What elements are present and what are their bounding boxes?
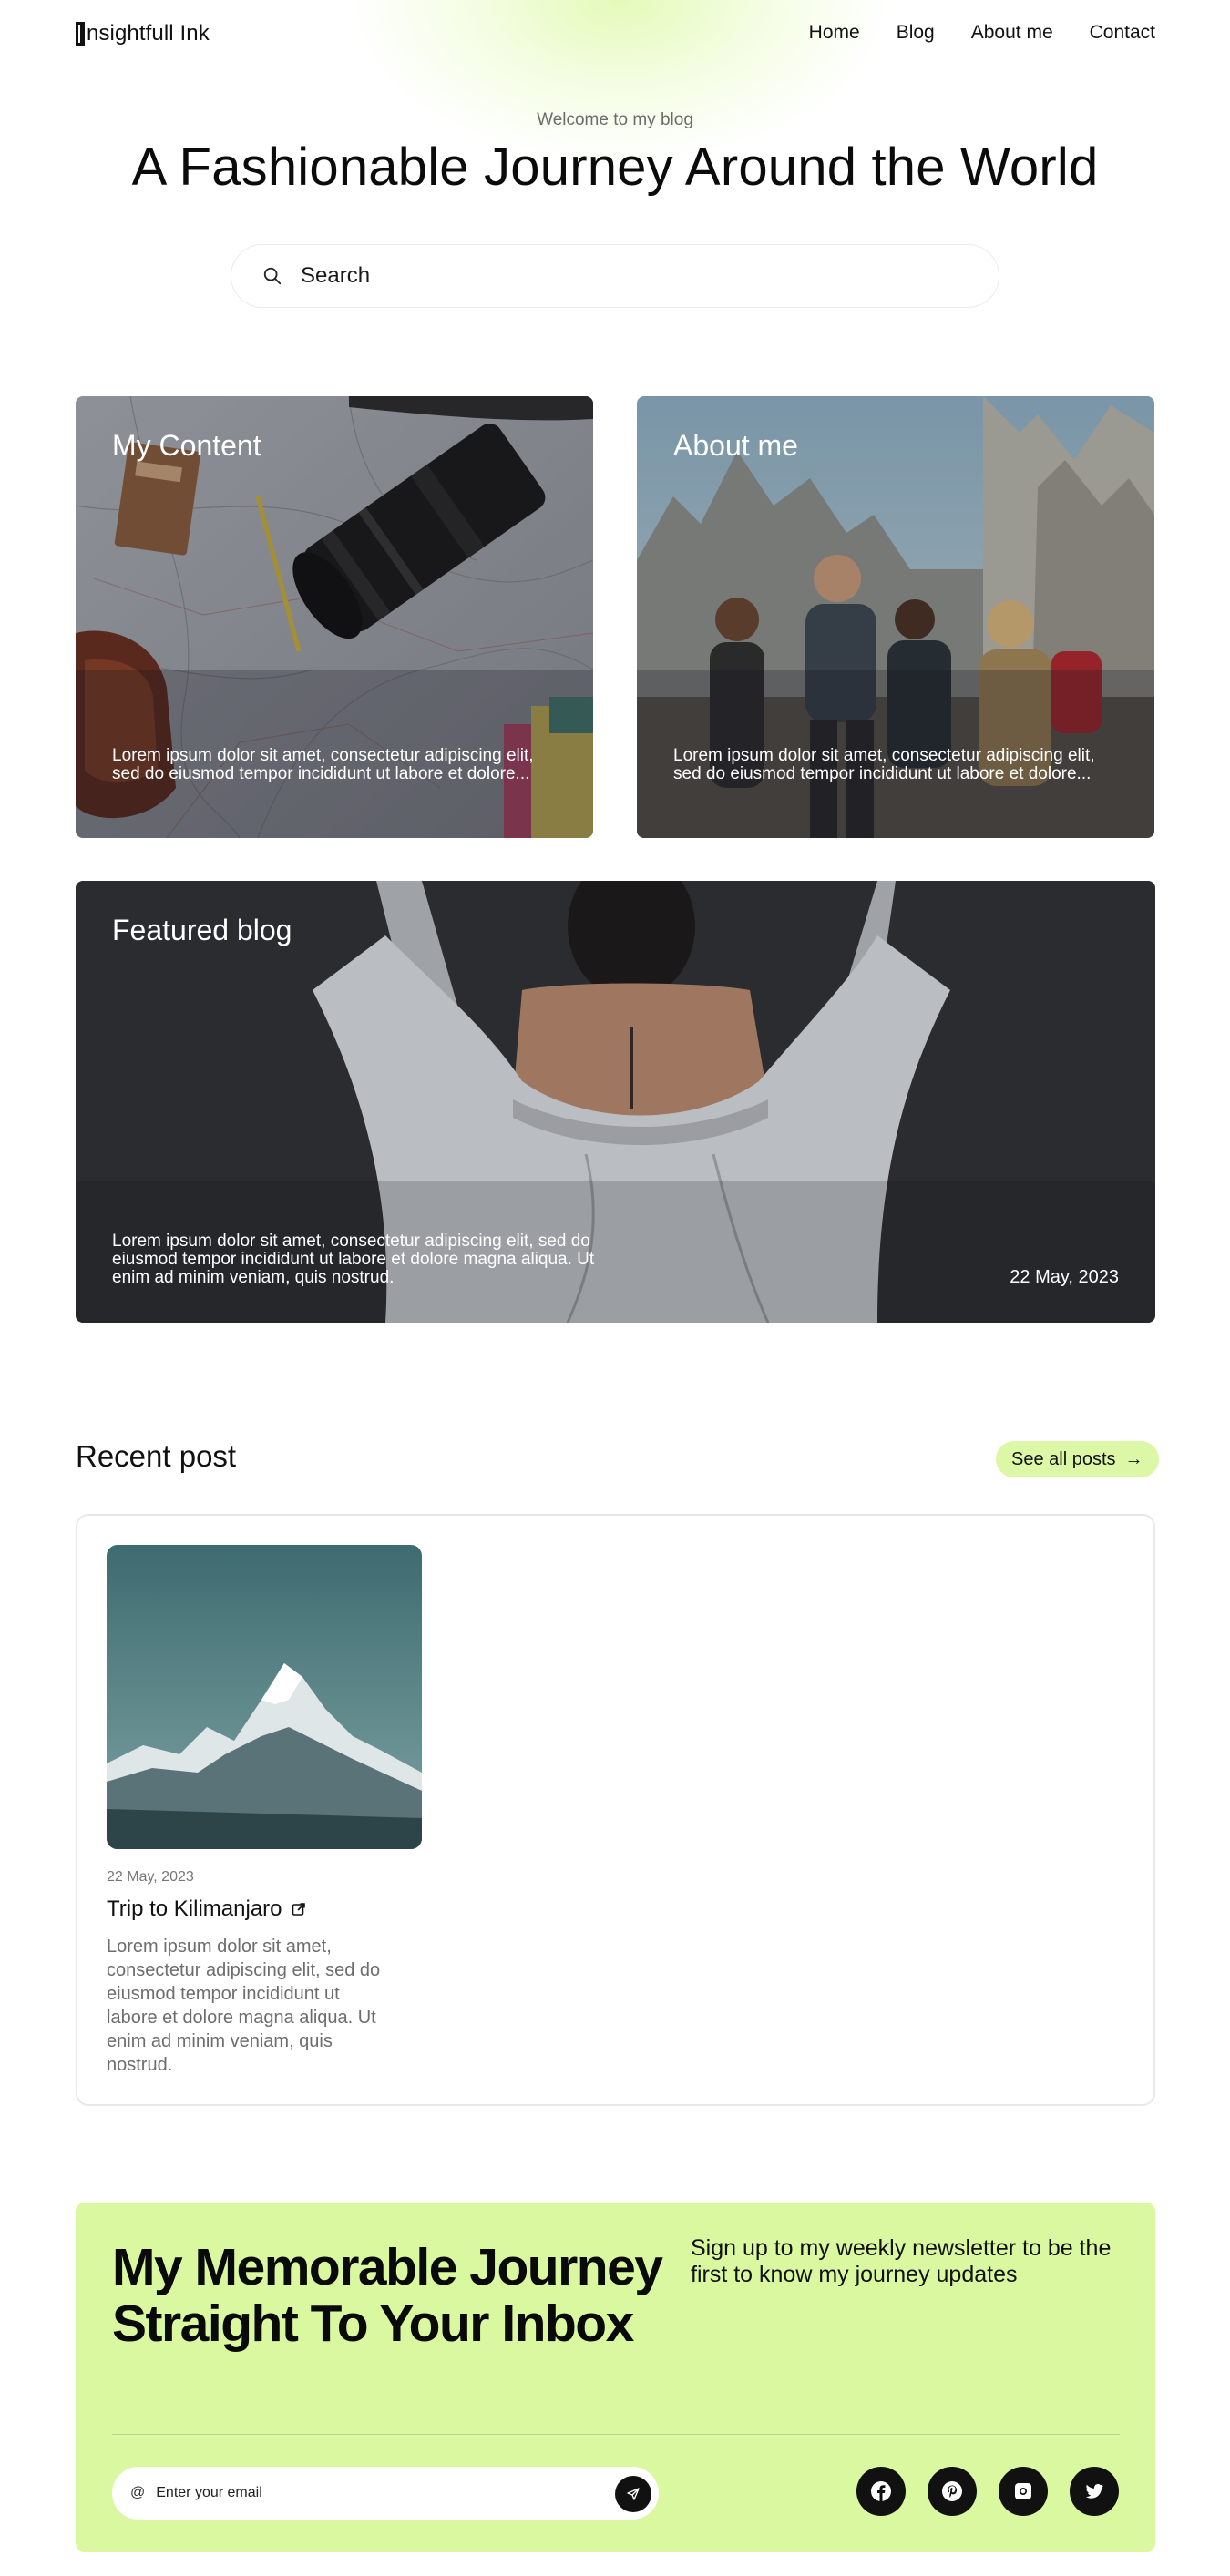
search-icon xyxy=(263,267,282,285)
social-links xyxy=(856,2467,1119,2516)
instagram-button[interactable] xyxy=(999,2467,1048,2516)
nav-contact[interactable]: Contact xyxy=(1090,22,1155,44)
nav-home[interactable]: Home xyxy=(809,22,860,44)
facebook-icon xyxy=(871,2481,891,2501)
card-description: Lorem ipsum dolor sit amet, consectetur … xyxy=(112,746,534,783)
newsletter-section: My Memorable Journey Straight To Your In… xyxy=(76,2203,1155,2552)
post-description: Lorem ipsum dolor sit amet, consectetur … xyxy=(107,1937,381,2075)
nav-blog[interactable]: Blog xyxy=(897,22,935,44)
facebook-button[interactable] xyxy=(856,2467,906,2516)
card-my-content[interactable]: My Content Lorem ipsum dolor sit amet, c… xyxy=(76,396,593,838)
card-description: Lorem ipsum dolor sit amet, consectetur … xyxy=(673,746,1095,783)
card-description: Lorem ipsum dolor sit amet, consectetur … xyxy=(112,1232,595,1287)
send-button[interactable] xyxy=(615,2476,651,2512)
email-input[interactable] xyxy=(154,2484,596,2502)
nav-about-me[interactable]: About me xyxy=(971,22,1053,44)
hero-eyebrow: Welcome to my blog xyxy=(537,110,693,129)
main-nav: Home Blog About me Contact xyxy=(773,22,1155,44)
search-input[interactable] xyxy=(299,262,940,290)
page-title: A Fashionable Journey Around the World xyxy=(131,138,1099,197)
card-title: My Content xyxy=(112,429,261,462)
mountain-photo xyxy=(107,1545,422,1849)
see-all-posts-button[interactable]: See all posts → xyxy=(996,1441,1159,1477)
instagram-icon xyxy=(1015,2483,1031,2499)
card-date: 22 May, 2023 xyxy=(1010,1267,1119,1287)
post-card-image[interactable] xyxy=(107,1545,422,1849)
email-form: @ xyxy=(112,2467,659,2520)
logo-text: nsightfull Ink xyxy=(87,21,210,46)
newsletter-subtitle: Sign up to my weekly newsletter to be th… xyxy=(691,2235,1112,2287)
post-title-link[interactable]: Trip to Kilimanjaro xyxy=(107,1896,306,1922)
logo-mark-icon xyxy=(76,22,85,46)
card-title: Featured blog xyxy=(112,914,292,946)
site-logo[interactable]: nsightfull Ink xyxy=(76,20,210,47)
post-title: Trip to Kilimanjaro xyxy=(107,1896,282,1921)
recent-post-container: 22 May, 2023 Trip to Kilimanjaro Lorem i… xyxy=(76,1514,1155,2106)
search-bar[interactable] xyxy=(231,244,999,308)
see-all-label: See all posts xyxy=(1011,1448,1116,1469)
newsletter-title: My Memorable Journey Straight To Your In… xyxy=(112,2238,663,2353)
arrow-right-icon: → xyxy=(1124,1448,1143,1469)
at-icon: @ xyxy=(130,2485,146,2500)
card-about-me[interactable]: About me Lorem ipsum dolor sit amet, con… xyxy=(637,396,1154,838)
card-featured-blog[interactable]: Featured blog Lorem ipsum dolor sit amet… xyxy=(76,881,1155,1323)
card-title: About me xyxy=(673,429,798,462)
section-title-recent-post: Recent post xyxy=(76,1439,237,1473)
pinterest-icon xyxy=(942,2481,962,2501)
send-icon xyxy=(627,2488,640,2500)
twitter-icon xyxy=(1085,2484,1103,2499)
post-date: 22 May, 2023 xyxy=(107,1869,194,1885)
pinterest-button[interactable] xyxy=(928,2467,977,2516)
external-link-icon xyxy=(292,1903,305,1916)
divider xyxy=(112,2434,1120,2435)
twitter-button[interactable] xyxy=(1070,2467,1119,2516)
